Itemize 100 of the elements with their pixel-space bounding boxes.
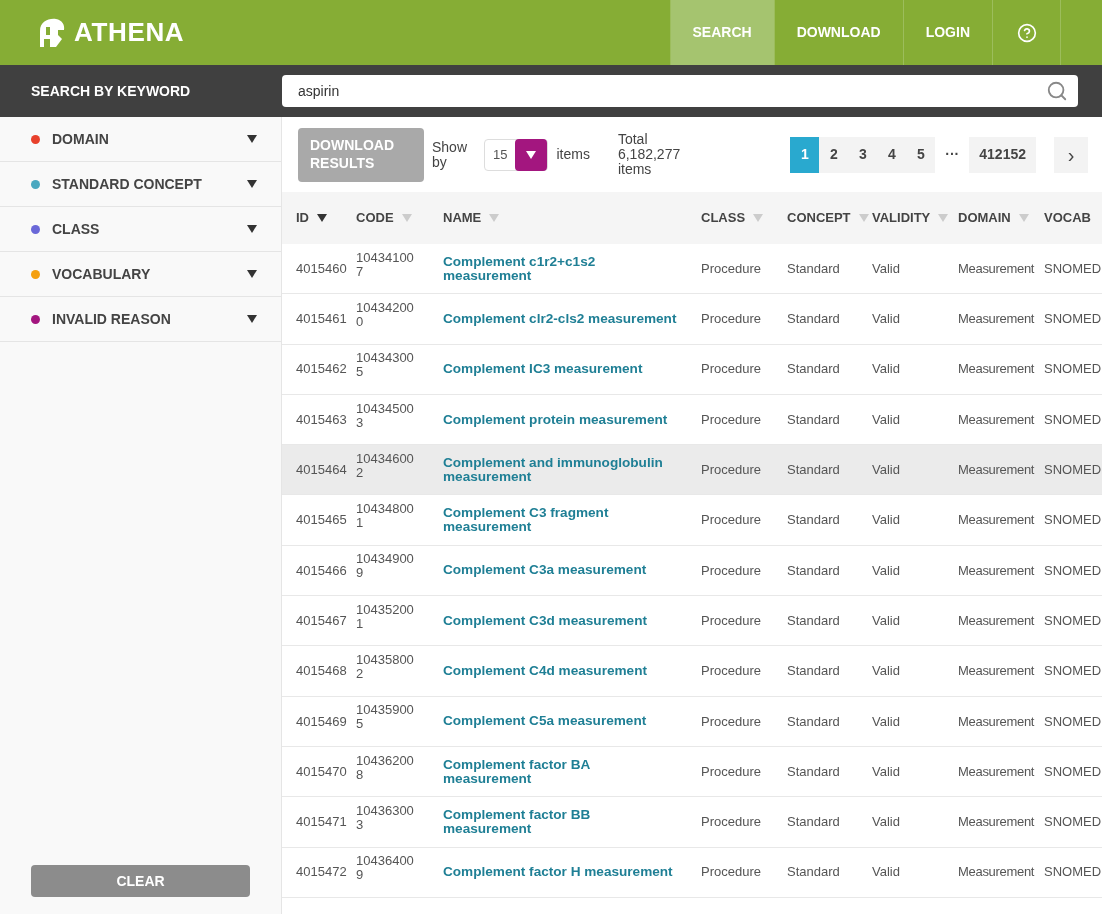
table-cell-text: Valid — [872, 561, 901, 580]
column-header[interactable]: CLASS — [701, 208, 787, 228]
show-by-label: Show by — [432, 139, 469, 170]
search-field[interactable]: aspirin — [282, 75, 1078, 107]
concept-link[interactable]: Complement and immunoglobulin measurement — [443, 455, 678, 484]
caret-icon — [247, 270, 257, 278]
page-size-select[interactable]: 15 — [484, 138, 549, 171]
table-cell-text: 4015464 — [296, 461, 348, 480]
table-cell-text: Valid — [872, 511, 901, 530]
table-cell: 104342000 — [356, 300, 414, 329]
filter-item[interactable]: STANDARD CONCEPT — [0, 162, 281, 207]
filter-item[interactable]: CLASS — [0, 207, 281, 252]
page-button[interactable]: 3 — [848, 136, 878, 173]
table-cell-text: Standard — [787, 259, 841, 278]
last-page-button[interactable]: 412152 — [969, 136, 1036, 173]
table-cell-text: Valid — [872, 259, 901, 278]
search-icon — [1046, 80, 1068, 102]
column-header[interactable]: ID — [296, 208, 356, 228]
column-header[interactable]: CONCEPT — [787, 208, 872, 228]
table-cell-text: Procedure — [701, 511, 762, 530]
table-cell-text: 4015461 — [296, 310, 348, 329]
table-cell-text: SNOMED — [1044, 561, 1102, 580]
concept-link[interactable]: Complement C5a measurement — [443, 714, 678, 729]
table-cell-text: Valid — [872, 762, 901, 781]
concept-link[interactable]: Complement C4d measurement — [443, 664, 678, 678]
table-cell-text: Standard — [787, 863, 841, 882]
table-cell-text: Measurement — [958, 561, 1036, 580]
table-cell-text: Standard — [787, 511, 841, 530]
table-cell-text: SNOMED — [1044, 662, 1102, 681]
next-page-button[interactable]: › — [1054, 136, 1088, 173]
concept-link[interactable]: Complement C3d measurement — [443, 613, 678, 628]
caret-icon — [1018, 214, 1029, 222]
filter-item[interactable]: DOMAIN — [0, 117, 281, 162]
caret-icon — [526, 150, 537, 159]
column-header[interactable]: VOCAB — [1044, 208, 1102, 228]
concept-link[interactable]: Complement c1r2+c1s2 measurement — [443, 254, 678, 283]
table-cell-text: Measurement — [958, 813, 1036, 832]
table-cell-text: 4015466 — [296, 561, 348, 580]
table-cell-text: Procedure — [701, 561, 762, 580]
page-button[interactable]: 2 — [819, 136, 849, 173]
table-cell-text: Procedure — [701, 259, 762, 278]
column-header[interactable]: CODE — [356, 208, 443, 228]
table-cell-text: Procedure — [701, 662, 762, 681]
help-icon — [1016, 22, 1037, 43]
concept-link[interactable]: Complement clr2-cls2 measurement — [443, 311, 678, 326]
table-cell-text: Procedure — [701, 712, 762, 731]
table-cell: 104358002 — [356, 653, 414, 681]
table-cell: 104349009 — [356, 552, 414, 581]
concept-link[interactable]: Complement factor BB measurement — [443, 807, 678, 836]
table-cell-text: SNOMED — [1044, 712, 1102, 731]
table-cell-text: Measurement — [958, 712, 1036, 731]
table-cell-text: 4015472 — [296, 863, 348, 882]
table-cell-text: Standard — [787, 310, 841, 329]
concept-link[interactable]: Complement C3a measurement — [443, 563, 678, 578]
table-cell-text: Valid — [872, 410, 901, 429]
table-cell-text: Measurement — [958, 310, 1036, 329]
table-cell: 104359005 — [356, 703, 414, 732]
caret-icon — [247, 315, 257, 323]
table-cell-text: Measurement — [958, 410, 1036, 429]
table-cell-text: SNOMED — [1044, 511, 1102, 530]
concept-link[interactable]: Complement factor BA measurement — [443, 757, 678, 786]
table-cell-text: Standard — [787, 712, 841, 731]
table-cell: 104343005 — [356, 351, 414, 380]
table-cell-text: 4015467 — [296, 611, 348, 630]
column-header[interactable]: VALIDITY — [872, 208, 958, 228]
filter-item[interactable]: INVALID REASON — [0, 297, 281, 342]
column-header[interactable]: DOMAIN — [958, 208, 1044, 228]
table-cell-text: SNOMED — [1044, 611, 1102, 630]
filter-item[interactable]: VOCABULARY — [0, 252, 281, 297]
table-cell-text: Measurement — [958, 611, 1036, 630]
concept-link[interactable]: Complement factor H measurement — [443, 865, 678, 880]
table-cell-text: 4015470 — [296, 762, 348, 781]
caret-icon — [753, 214, 764, 222]
caret-icon — [247, 225, 257, 233]
page-button[interactable]: 4 — [877, 136, 907, 173]
concept-link[interactable]: Complement IC3 measurement — [443, 362, 678, 377]
page-button[interactable]: 5 — [906, 136, 936, 173]
table-cell-text: Procedure — [701, 611, 762, 630]
table-cell-text: SNOMED — [1044, 259, 1102, 278]
table-cell-text: Measurement — [958, 662, 1036, 681]
table-cell-text: Measurement — [958, 360, 1036, 379]
caret-icon — [401, 214, 412, 222]
table-cell-text: 4015468 — [296, 662, 348, 681]
total-count: Total 6,182,277 items — [617, 132, 682, 177]
table-cell-text: Measurement — [958, 259, 1036, 278]
table-cell: 104348001 — [356, 502, 414, 531]
table-cell-text: SNOMED — [1044, 863, 1102, 882]
concept-link[interactable]: Complement C3 fragment measurement — [443, 506, 678, 535]
items-label: items — [556, 145, 590, 164]
caret-icon — [247, 180, 257, 188]
table-cell-text: Standard — [787, 813, 841, 832]
table-cell: 104364009 — [356, 854, 414, 883]
table-cell-text: Measurement — [958, 511, 1036, 530]
concept-link[interactable]: Complement protein measurement — [443, 412, 678, 427]
table-cell-text: 4015471 — [296, 813, 348, 832]
page-ellipsis: ··· — [945, 145, 960, 164]
caret-icon — [489, 214, 500, 222]
table-cell: 104346002 — [356, 451, 414, 480]
table-cell-text: Standard — [787, 561, 841, 580]
column-header[interactable]: NAME — [443, 208, 701, 228]
